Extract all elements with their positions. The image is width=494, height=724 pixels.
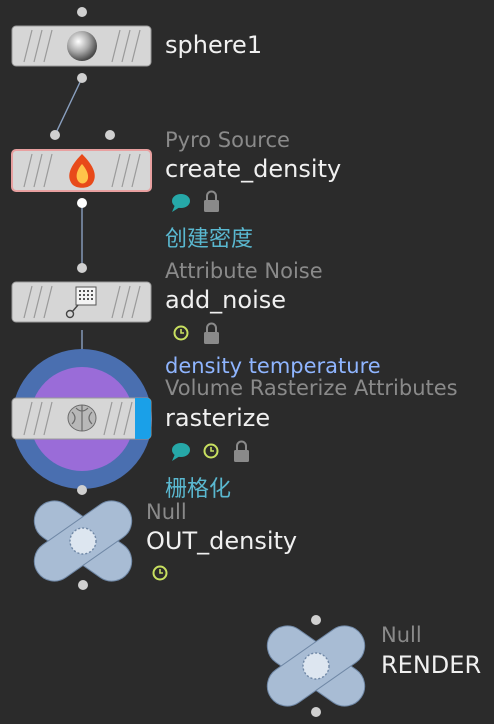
node-name-sphere1[interactable]: sphere1	[165, 31, 262, 59]
comment-bubble-icon	[172, 194, 190, 212]
lock-icon	[204, 322, 219, 344]
timedep-clock-icon	[152, 565, 168, 581]
sphere-icon	[67, 31, 97, 61]
null-x-icon[interactable]	[26, 493, 139, 589]
node-name-out-density[interactable]: OUT_density	[146, 527, 297, 555]
node-comment-create-density: 创建密度	[165, 227, 254, 252]
node-comment-rasterize: 栅格化	[165, 477, 232, 502]
wire-sphere1-create-density[interactable]	[54, 77, 83, 136]
lock-icon	[204, 190, 219, 212]
comment-bubble-icon	[172, 443, 190, 461]
input-connector[interactable]	[77, 7, 87, 17]
node-name-create-density[interactable]: create_density	[165, 155, 341, 183]
output-connector[interactable]	[311, 707, 321, 717]
input-connector[interactable]	[77, 263, 87, 273]
output-connector[interactable]	[77, 198, 87, 208]
input-connector[interactable]	[50, 130, 60, 140]
node-type-render: Null	[381, 623, 422, 647]
node-name-rasterize[interactable]: rasterize	[165, 404, 270, 432]
node-type-out-density: Null	[146, 500, 187, 524]
timedep-clock-icon	[173, 325, 189, 341]
output-connector[interactable]	[77, 73, 87, 83]
node-attributes-rasterize: density temperature	[165, 354, 381, 378]
node-name-add-noise[interactable]: add_noise	[165, 286, 286, 314]
node-render[interactable]	[259, 615, 372, 717]
brain-icon	[67, 404, 97, 432]
input-connector[interactable]	[311, 615, 321, 625]
node-type-rasterize: Volume Rasterize Attributes	[165, 376, 458, 400]
node-name-render[interactable]: RENDER	[381, 651, 481, 679]
node-sphere1[interactable]	[11, 7, 152, 83]
null-x-icon[interactable]	[259, 618, 372, 714]
timedep-clock-icon	[203, 443, 219, 459]
output-connector[interactable]	[77, 485, 87, 495]
output-connector[interactable]	[78, 580, 88, 590]
input-connector[interactable]	[105, 130, 115, 140]
node-type-create-density: Pyro Source	[165, 128, 290, 152]
lock-icon	[234, 440, 249, 462]
node-type-add-noise: Attribute Noise	[165, 259, 323, 283]
display-flag[interactable]	[135, 398, 151, 439]
